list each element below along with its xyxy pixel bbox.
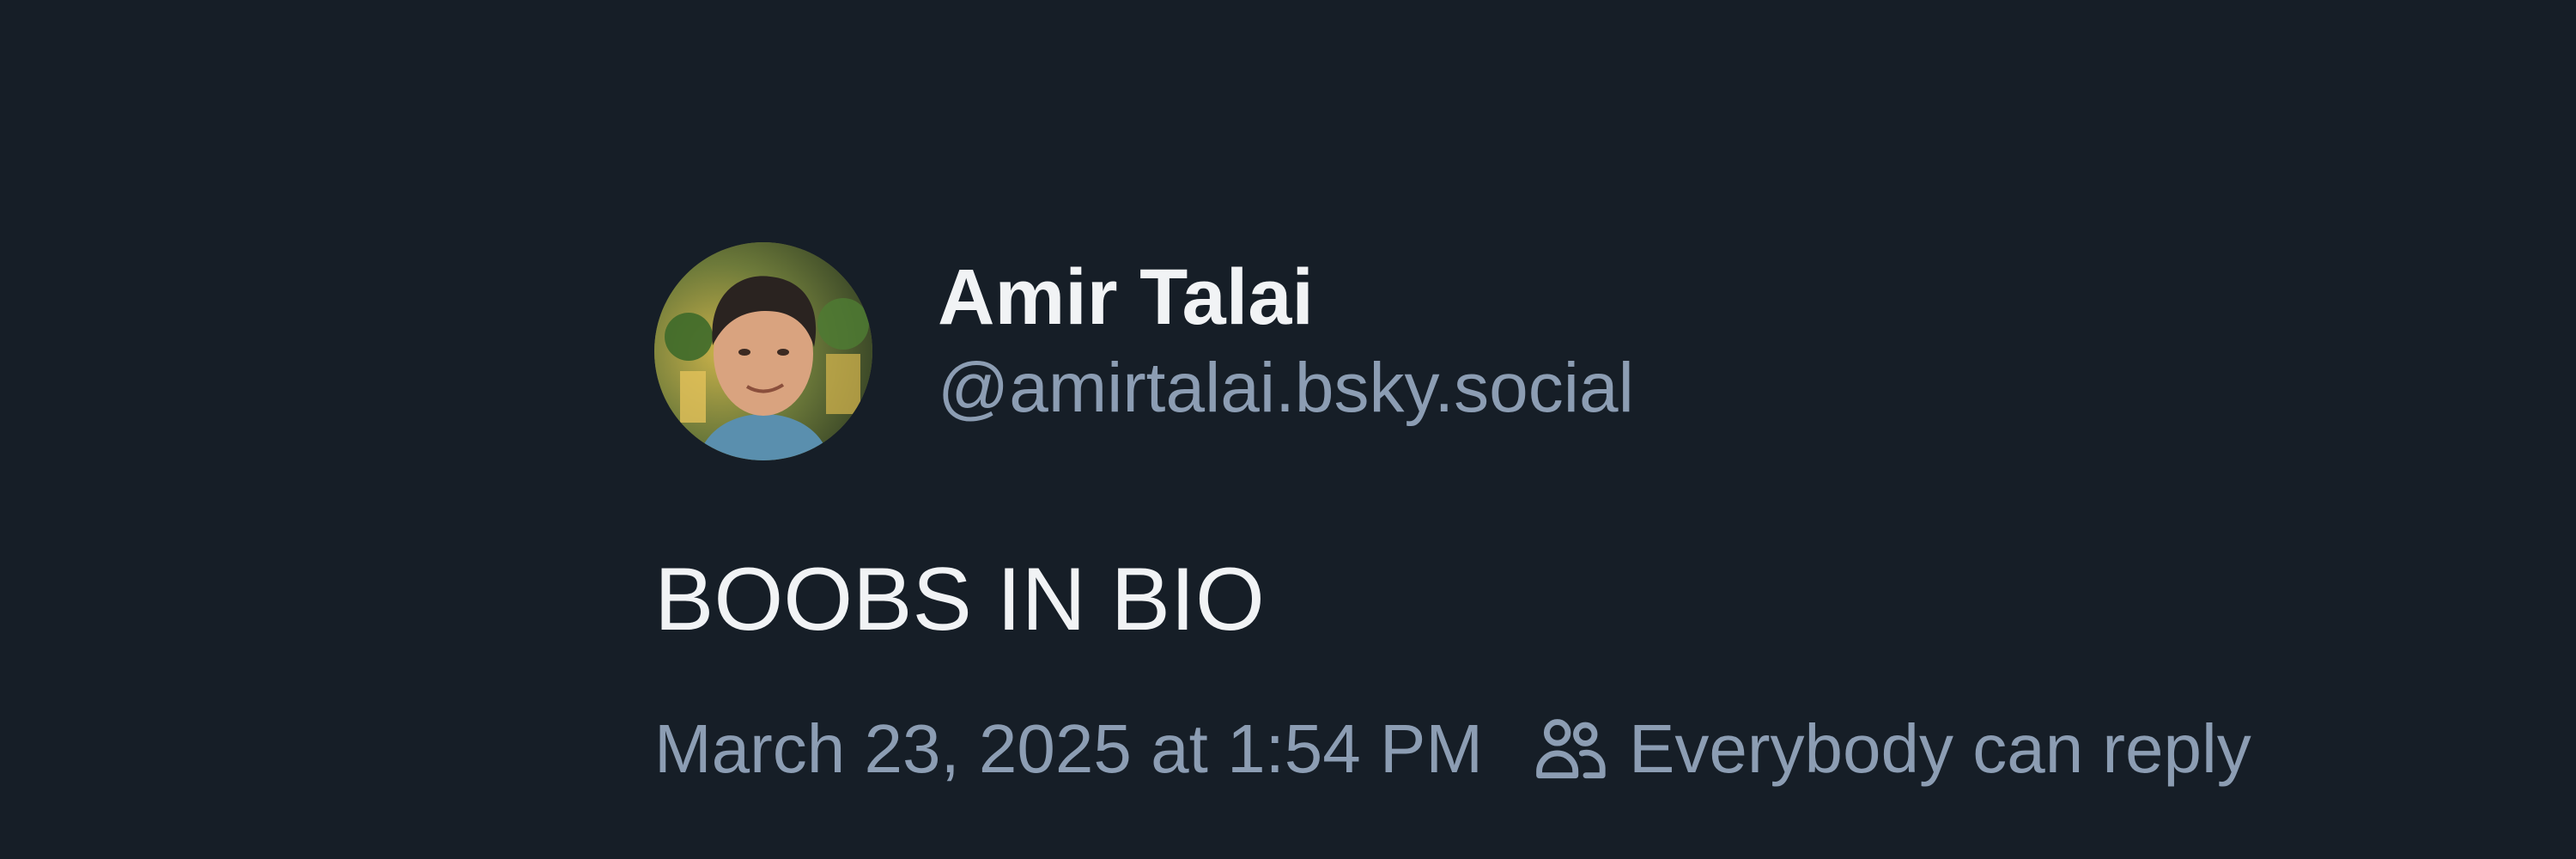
post-timestamp[interactable]: March 23, 2025 at 1:54 PM [654,710,1483,789]
author-names: Amir Talai @amirtalai.bsky.social [938,249,1634,430]
post-thread-item: Amir Talai @amirtalai.bsky.social BOOBS … [654,242,2543,787]
reply-setting-button[interactable]: Everybody can reply [1531,710,2251,789]
post-text: BOOBS IN BIO [654,550,1265,649]
author-handle[interactable]: @amirtalai.bsky.social [938,347,1634,430]
avatar[interactable] [654,242,872,460]
author-display-name[interactable]: Amir Talai [938,249,1634,345]
avatar-photo [654,242,872,460]
post-meta-row: March 23, 2025 at 1:54 PM Everybody can … [654,706,2251,792]
post-author-row: Amir Talai @amirtalai.bsky.social [654,242,2543,466]
reply-setting-label: Everybody can reply [1629,710,2251,787]
people-icon [1531,710,1610,789]
